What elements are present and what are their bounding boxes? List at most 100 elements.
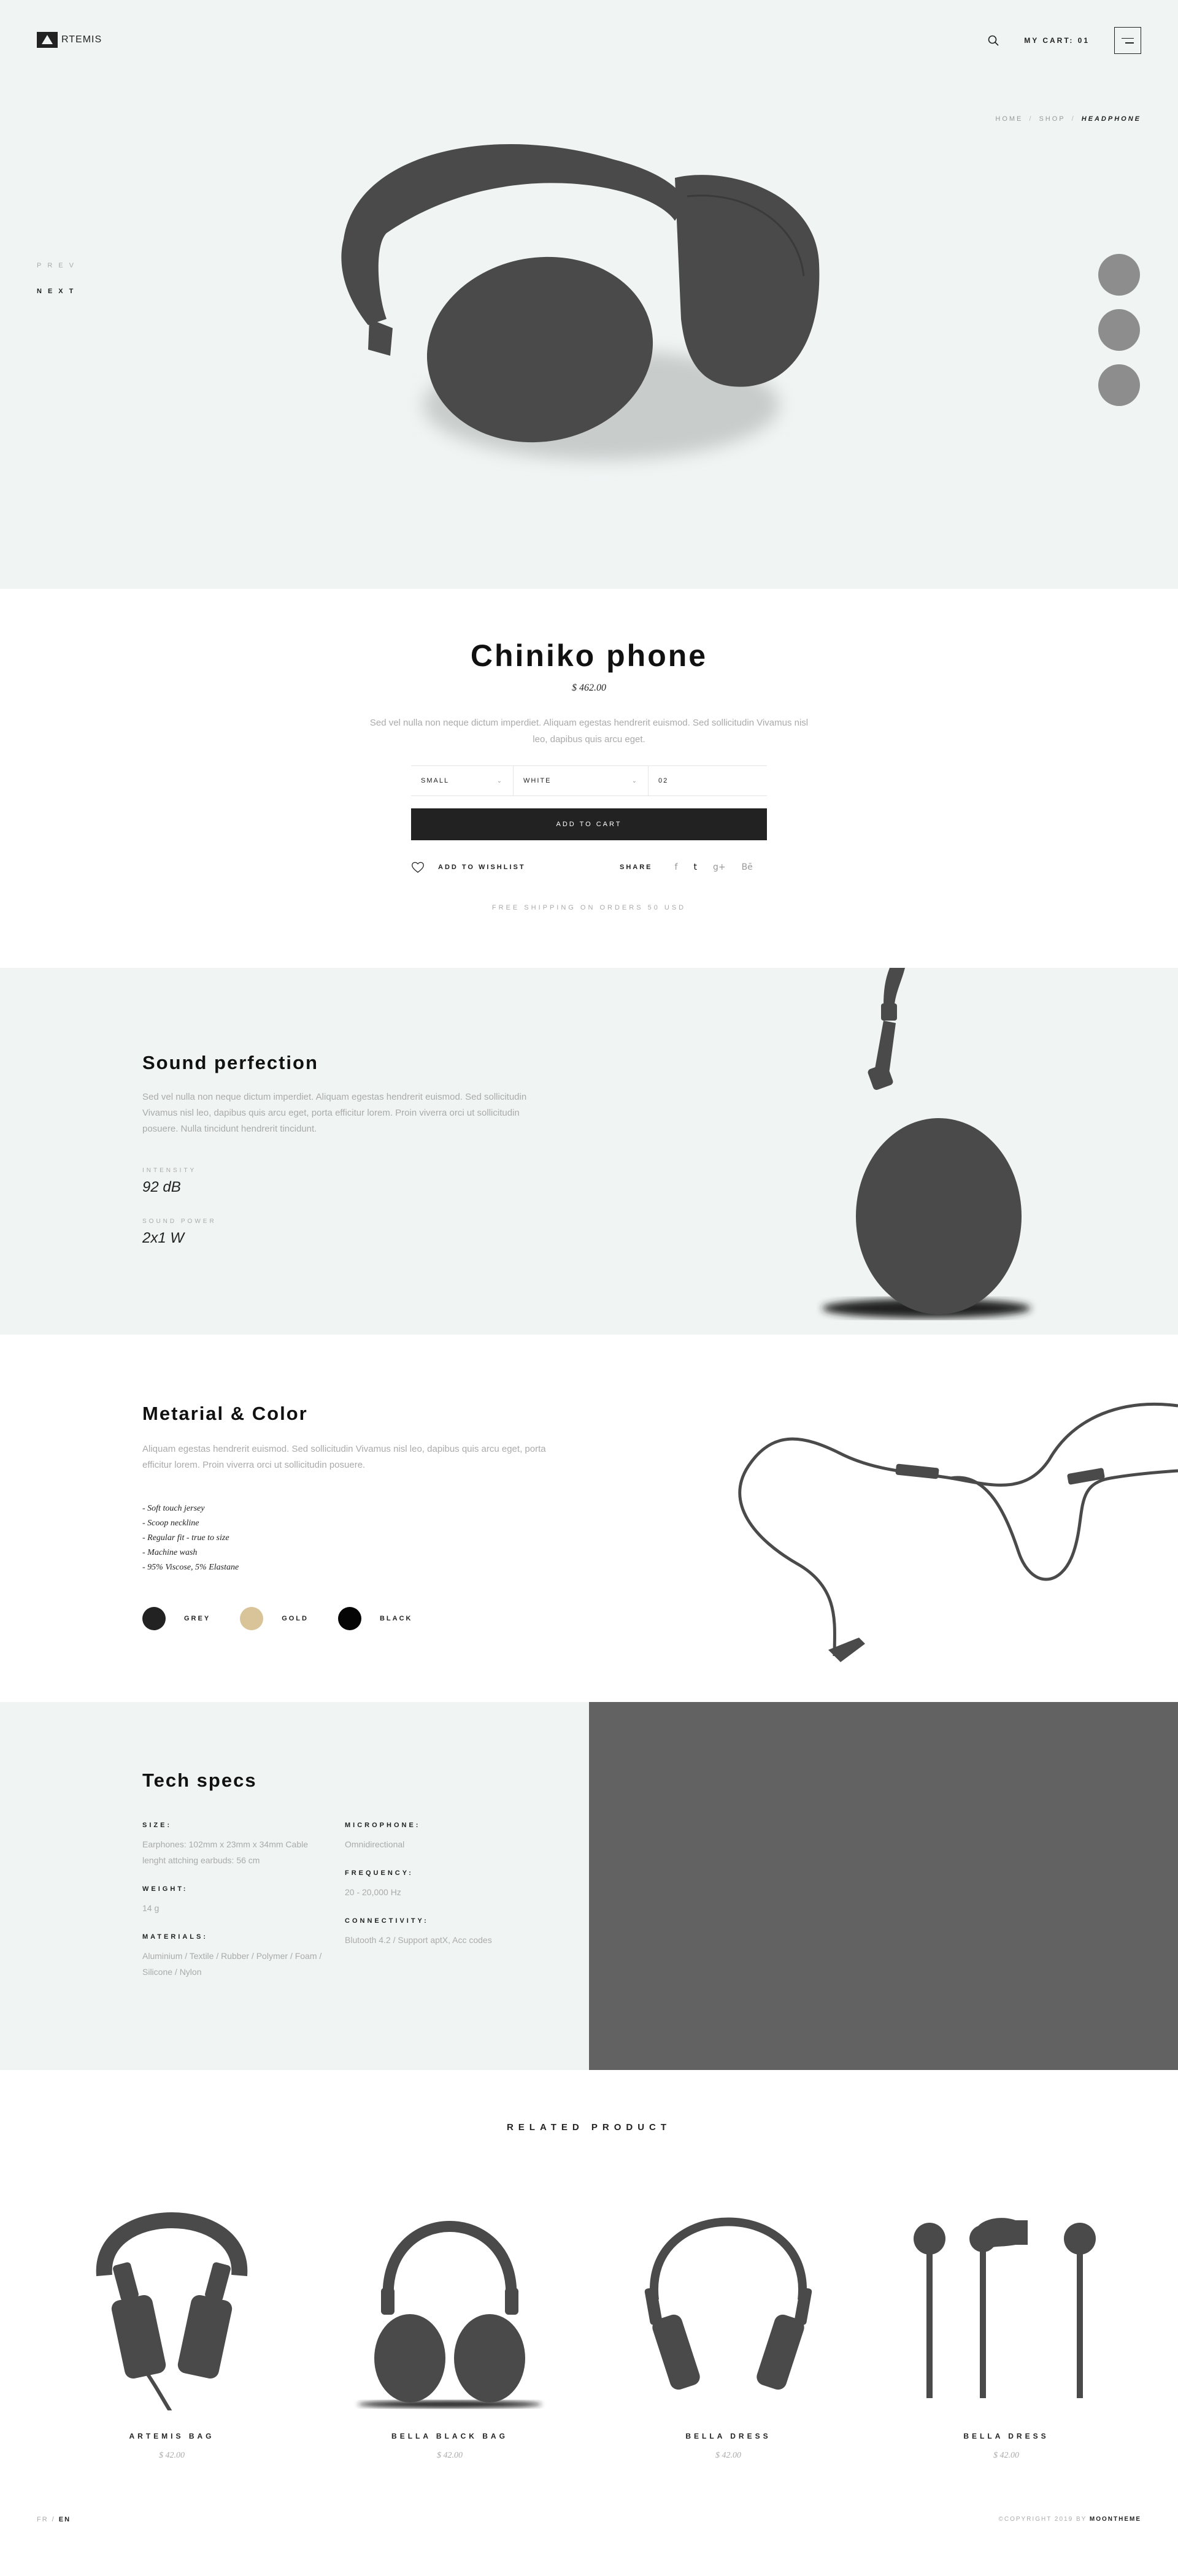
share-label: SHARE bbox=[620, 864, 653, 871]
language-switcher: FR / EN bbox=[37, 2516, 71, 2523]
prev-link[interactable]: PREV bbox=[37, 256, 74, 275]
related-product-image[interactable] bbox=[630, 2177, 826, 2410]
cable-image bbox=[738, 1403, 1178, 1662]
product-price: $ 462.00 bbox=[572, 683, 606, 693]
next-link[interactable]: NEXT bbox=[37, 282, 73, 301]
spec-label: FREQUENCY: bbox=[345, 1869, 414, 1877]
menu-line bbox=[1122, 37, 1134, 39]
pager: PREV NEXT bbox=[37, 256, 74, 301]
related-product-name[interactable]: ARTEMIS BAG bbox=[74, 2432, 270, 2440]
color-select[interactable]: WHITE ⌄ bbox=[513, 766, 648, 795]
swatch-dot bbox=[240, 1607, 264, 1630]
spec-value: Omnidirectional bbox=[345, 1839, 405, 1849]
search-icon[interactable] bbox=[987, 34, 999, 47]
related-product-price: $ 42.00 bbox=[993, 2451, 1019, 2460]
feature-item: - Regular fit - true to size bbox=[142, 1533, 229, 1543]
spec-connectivity: CONNECTIVITY: Blutooth 4.2 / Support apt… bbox=[345, 1917, 529, 1948]
gallery-thumb[interactable] bbox=[1098, 364, 1140, 406]
chevron-down-icon: ⌄ bbox=[496, 777, 503, 784]
size-select[interactable]: SMALL ⌄ bbox=[411, 766, 513, 795]
logo-mark-icon bbox=[37, 32, 58, 48]
gallery-thumbnails bbox=[1098, 254, 1140, 406]
related-product-price: $ 42.00 bbox=[437, 2451, 463, 2460]
quantity-value: 02 bbox=[658, 777, 669, 784]
swatch-gold[interactable]: GOLD bbox=[240, 1607, 309, 1630]
feature-list: - Soft touch jersey - Scoop neckline - R… bbox=[142, 1501, 239, 1575]
lang-en[interactable]: EN bbox=[59, 2516, 71, 2523]
related-title: RELATED PRODUCT bbox=[506, 2122, 672, 2133]
related-product-price: $ 42.00 bbox=[715, 2451, 741, 2460]
material-description: Aliquam egestas hendrerit euismod. Sed s… bbox=[142, 1444, 546, 1470]
color-value: WHITE bbox=[523, 777, 552, 784]
spec-value: Aluminium / Textile / Rubber / Polymer /… bbox=[142, 1951, 322, 1977]
color-swatches: GREY GOLD BLACK bbox=[142, 1607, 442, 1630]
logo[interactable]: RTEMIS bbox=[37, 32, 102, 48]
spec-weight: WEIGHT: 14 g bbox=[142, 1885, 326, 1916]
share-bar: SHARE f t g+ Bē bbox=[620, 862, 753, 872]
product-description: Sed vel nulla non neque dictum imperdiet… bbox=[369, 718, 809, 745]
copyright-brand[interactable]: MOONTHEME bbox=[1090, 2516, 1141, 2523]
breadcrumb-home[interactable]: HOME bbox=[995, 115, 1023, 123]
gallery-thumb[interactable] bbox=[1098, 309, 1140, 351]
spec-label: SIZE: bbox=[142, 1822, 172, 1829]
swatch-label: BLACK bbox=[379, 1615, 413, 1622]
spec-column-left: SIZE: Earphones: 102mm x 23mm x 34mm Cab… bbox=[142, 1822, 326, 1980]
product-title: Chiniko phone bbox=[470, 638, 708, 673]
tech-title: Tech specs bbox=[142, 1769, 257, 1791]
copyright: ©COPYRIGHT 2019 BY MOONTHEME bbox=[999, 2516, 1142, 2523]
spec-label: WEIGHT: bbox=[142, 1885, 188, 1893]
spec-microphone: MICROPHONE: Omnidirectional bbox=[345, 1822, 529, 1852]
spec-column-right: MICROPHONE: Omnidirectional FREQUENCY: 2… bbox=[345, 1822, 529, 1948]
add-to-cart-button[interactable]: ADD TO CART bbox=[411, 808, 767, 840]
breadcrumb-current: HEADPHONE bbox=[1081, 115, 1141, 123]
breadcrumb-shop[interactable]: SHOP bbox=[1039, 115, 1065, 123]
breadcrumb-separator: / bbox=[1029, 115, 1033, 123]
cart-link[interactable]: MY CART: 01 bbox=[1024, 36, 1090, 45]
product-options: SMALL ⌄ WHITE ⌄ 02 bbox=[411, 765, 767, 796]
feature-item: - Scoop neckline bbox=[142, 1519, 199, 1528]
quantity-input[interactable]: 02 bbox=[648, 766, 767, 795]
lang-separator: / bbox=[52, 2516, 55, 2523]
spec-value: Earphones: 102mm x 23mm x 34mm Cable len… bbox=[142, 1839, 308, 1865]
spec-value: 20 - 20,000 Hz bbox=[345, 1887, 401, 1897]
swatch-dot bbox=[337, 1607, 361, 1630]
feature-item: - Machine wash bbox=[142, 1548, 198, 1557]
sound-power-label: SOUND POWER bbox=[142, 1218, 217, 1225]
related-product-name[interactable]: BELLA DRESS bbox=[630, 2432, 826, 2440]
swatch-black[interactable]: BLACK bbox=[337, 1607, 413, 1630]
related-product-name[interactable]: BELLA BLACK BAG bbox=[352, 2432, 548, 2440]
behance-icon[interactable]: Bē bbox=[742, 862, 753, 872]
spec-value: 14 g bbox=[142, 1903, 160, 1913]
related-product-image[interactable] bbox=[352, 2177, 548, 2410]
add-to-wishlist-button[interactable]: ADD TO WISHLIST bbox=[411, 861, 526, 873]
related-product-image[interactable] bbox=[74, 2177, 270, 2410]
material-title: Metarial & Color bbox=[142, 1403, 308, 1424]
chevron-down-icon: ⌄ bbox=[631, 777, 638, 784]
hero-headphone-image bbox=[341, 144, 820, 460]
tech-specs-image-panel bbox=[589, 1702, 1178, 2070]
swatch-dot bbox=[142, 1607, 166, 1630]
wishlist-label: ADD TO WISHLIST bbox=[438, 864, 526, 871]
spec-label: CONNECTIVITY: bbox=[345, 1917, 429, 1925]
breadcrumb-separator: / bbox=[1071, 115, 1076, 123]
feature-item: - Soft touch jersey bbox=[142, 1504, 205, 1513]
menu-button[interactable] bbox=[1114, 27, 1141, 54]
twitter-icon[interactable]: t bbox=[693, 862, 697, 872]
swatch-label: GREY bbox=[184, 1615, 211, 1622]
intensity-label: INTENSITY bbox=[142, 1167, 197, 1174]
breadcrumb: HOME / SHOP / HEADPHONE bbox=[995, 115, 1141, 123]
facebook-icon[interactable]: f bbox=[675, 862, 678, 872]
lang-fr[interactable]: FR bbox=[37, 2516, 48, 2523]
header-actions: MY CART: 01 bbox=[987, 27, 1141, 54]
size-value: SMALL bbox=[421, 777, 450, 784]
gallery-thumb[interactable] bbox=[1098, 254, 1140, 296]
shipping-note: FREE SHIPPING ON ORDERS 50 USD bbox=[491, 904, 687, 911]
sound-description: Sed vel nulla non neque dictum imperdiet… bbox=[142, 1092, 527, 1134]
swatch-label: GOLD bbox=[282, 1615, 309, 1622]
swatch-grey[interactable]: GREY bbox=[142, 1607, 210, 1630]
google-plus-icon[interactable]: g+ bbox=[713, 862, 726, 872]
related-product-image[interactable] bbox=[908, 2177, 1104, 2410]
menu-line bbox=[1125, 42, 1134, 44]
spec-frequency: FREQUENCY: 20 - 20,000 Hz bbox=[345, 1869, 529, 1900]
related-product-name[interactable]: BELLA DRESS bbox=[908, 2432, 1104, 2440]
